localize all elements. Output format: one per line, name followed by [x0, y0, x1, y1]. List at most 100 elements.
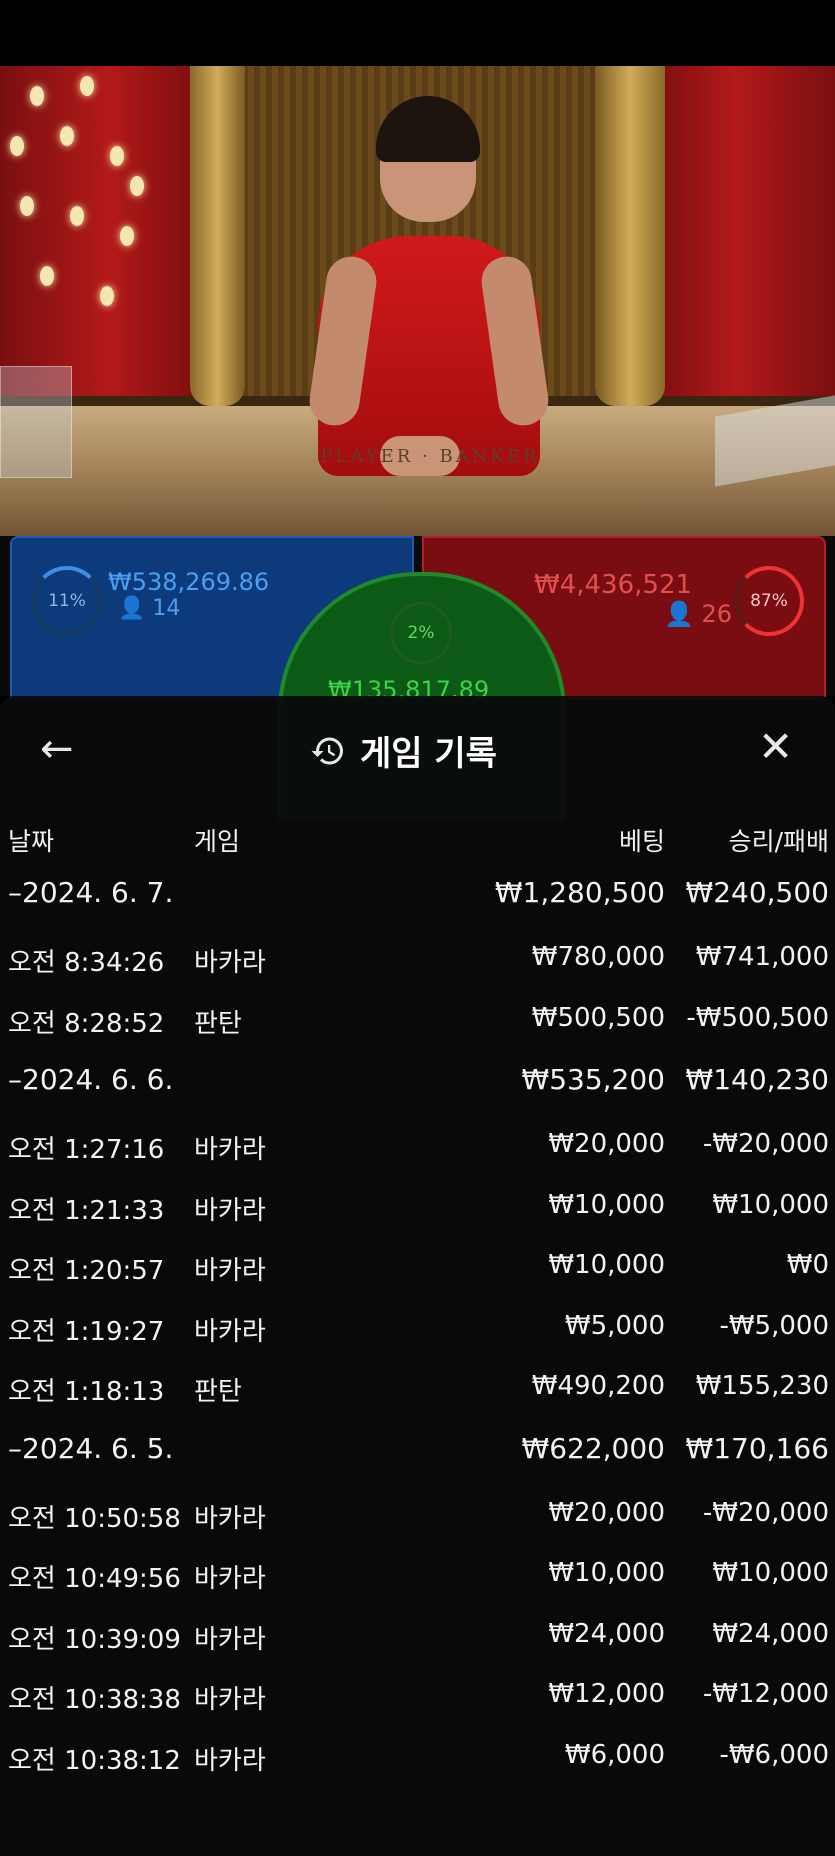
history-row[interactable]: 오전 10:38:12 바카라 ₩6,000 -₩6,000: [0, 1740, 835, 1801]
row-bet: ₩535,200: [521, 1063, 665, 1096]
lamp: [30, 86, 44, 106]
row-game: 판탄: [194, 1008, 242, 1039]
row-bet: ₩24,000: [548, 1618, 665, 1649]
user-icon: 👤: [118, 596, 146, 621]
history-row[interactable]: 오전 10:38:38 바카라 ₩12,000 -₩12,000: [0, 1679, 835, 1740]
close-icon[interactable]: ✕: [758, 722, 793, 771]
row-bet: ₩1,280,500: [494, 876, 665, 909]
history-row[interactable]: 오전 10:49:56 바카라 ₩10,000 ₩10,000: [0, 1558, 835, 1619]
bet-summary: 11% ₩538,269.86 👤 14 ₩4,436,521 👤 26 87%…: [0, 536, 835, 820]
user-icon: 👤: [664, 600, 694, 628]
player-bet-amount: ₩538,269.86: [108, 568, 270, 596]
row-bet: ₩10,000: [548, 1250, 665, 1280]
history-list: –2024. 6. 7. ₩1,280,500 ₩240,500 오전 8:34:26…: [0, 876, 835, 1800]
row-game: 바카라: [194, 1256, 266, 1286]
row-result: ₩170,166: [685, 1431, 829, 1465]
row-bet: ₩10,000: [548, 1558, 665, 1588]
column-game: 게임: [194, 827, 241, 856]
banker-count-value: 26: [701, 600, 733, 628]
banker-bettor-count: 👤 26: [664, 600, 732, 628]
history-row[interactable]: 오전 1:20:57 바카라 ₩10,000 ₩0: [0, 1250, 835, 1311]
row-bet: ₩490,200: [531, 1371, 665, 1401]
row-result: -₩20,000: [702, 1129, 829, 1159]
row-date: 오전 10:38:38: [8, 1685, 181, 1715]
row-game: 바카라: [194, 1316, 266, 1347]
row-bet: ₩20,000: [548, 1129, 665, 1159]
player-count-value: 14: [152, 596, 181, 621]
live-video: PLAYER · BANKER: [0, 66, 835, 536]
row-bet: ₩12,000: [548, 1679, 665, 1709]
history-icon: [311, 737, 343, 764]
row-game: 바카라: [194, 1624, 266, 1655]
row-game: 판탄: [194, 1377, 242, 1407]
row-result: -₩12,000: [702, 1679, 829, 1709]
row-game: 바카라: [194, 1685, 266, 1715]
date-group-row[interactable]: –2024. 6. 5. ₩622,000 ₩170,166: [0, 1432, 835, 1498]
row-result: ₩0: [786, 1250, 829, 1280]
row-date: 오전 1:27:16: [8, 1135, 165, 1165]
history-row[interactable]: 오전 10:39:09 바카라 ₩24,000 ₩24,000: [0, 1619, 835, 1680]
row-date: 오전 8:28:52: [8, 1008, 165, 1039]
lamp: [80, 76, 94, 96]
row-date: –2024. 6. 6.: [8, 1063, 174, 1096]
row-date: 오전 1:18:13: [8, 1377, 165, 1407]
row-result: -₩6,000: [719, 1739, 829, 1770]
history-row[interactable]: 오전 1:27:16 바카라 ₩20,000 -₩20,000: [0, 1129, 835, 1190]
lamp: [130, 176, 144, 196]
table-label: PLAYER · BANKER: [320, 446, 540, 467]
row-result: -₩20,000: [702, 1497, 829, 1528]
lamp: [10, 136, 24, 156]
row-date: 오전 8:34:26: [8, 948, 165, 978]
row-date: 오전 10:38:12: [8, 1745, 181, 1776]
banker-bet-amount: ₩4,436,521: [534, 570, 693, 600]
player-bettor-count: 👤 14: [118, 596, 180, 621]
row-date: 오전 1:20:57: [8, 1256, 165, 1286]
panel-title: 게임 기록: [360, 734, 497, 774]
row-result: -₩5,000: [719, 1310, 829, 1341]
row-result: ₩240,500: [685, 876, 829, 909]
pillar-right: [595, 66, 665, 406]
row-game: 바카라: [194, 1195, 266, 1226]
table-header: 날짜 게임 베팅 승리/패배: [0, 822, 835, 866]
history-row[interactable]: 오전 1:21:33 바카라 ₩10,000 ₩10,000: [0, 1190, 835, 1251]
row-date: 오전 10:39:09: [8, 1624, 181, 1655]
pillar-left: [190, 66, 245, 406]
row-result: -₩500,500: [686, 1002, 829, 1033]
column-result: 승리/패배: [728, 827, 829, 856]
back-arrow-icon[interactable]: ←: [40, 726, 74, 772]
lamp: [120, 226, 134, 246]
date-group-row[interactable]: –2024. 6. 6. ₩535,200 ₩140,230: [0, 1063, 835, 1129]
row-game: 바카라: [194, 1745, 266, 1776]
lamp: [100, 286, 114, 306]
curtain-left: [0, 66, 220, 396]
history-row[interactable]: 오전 8:34:26 바카라 ₩780,000 ₩741,000: [0, 942, 835, 1003]
tie-percent-ring: 2%: [390, 602, 452, 664]
column-date: 날짜: [8, 827, 55, 856]
row-result: ₩741,000: [695, 942, 829, 972]
row-bet: ₩6,000: [564, 1739, 665, 1770]
row-result: ₩155,230: [695, 1371, 829, 1401]
row-game: 바카라: [194, 1135, 266, 1165]
row-bet: ₩500,500: [531, 1002, 665, 1033]
history-row[interactable]: 오전 8:28:52 판탄 ₩500,500 -₩500,500: [0, 1003, 835, 1064]
row-date: 오전 1:19:27: [8, 1316, 165, 1347]
row-result: ₩10,000: [712, 1558, 829, 1588]
row-game: 바카라: [194, 948, 266, 978]
game-history-panel: ← 게임 기록 ✕ 날짜 게임 베팅 승리/패배 –2024. 6. 7. ₩1,…: [0, 696, 835, 1856]
row-result: ₩10,000: [712, 1189, 829, 1220]
history-row[interactable]: 오전 1:18:13 판탄 ₩490,200 ₩155,230: [0, 1371, 835, 1432]
lamp: [70, 206, 84, 226]
row-game: 바카라: [194, 1503, 266, 1534]
row-bet: ₩780,000: [531, 942, 665, 972]
history-row[interactable]: 오전 10:50:58 바카라 ₩20,000 -₩20,000: [0, 1498, 835, 1559]
status-bar: [0, 0, 835, 66]
history-row[interactable]: 오전 1:19:27 바카라 ₩5,000 -₩5,000: [0, 1311, 835, 1372]
curtain-right: [635, 66, 835, 396]
row-bet: ₩5,000: [564, 1310, 665, 1341]
row-bet: ₩20,000: [548, 1497, 665, 1528]
date-group-row[interactable]: –2024. 6. 7. ₩1,280,500 ₩240,500: [0, 876, 835, 942]
row-date: 오전 10:49:56: [8, 1564, 181, 1594]
lamp: [110, 146, 124, 166]
panel-title-group: 게임 기록: [310, 726, 497, 775]
lamp: [40, 266, 54, 286]
